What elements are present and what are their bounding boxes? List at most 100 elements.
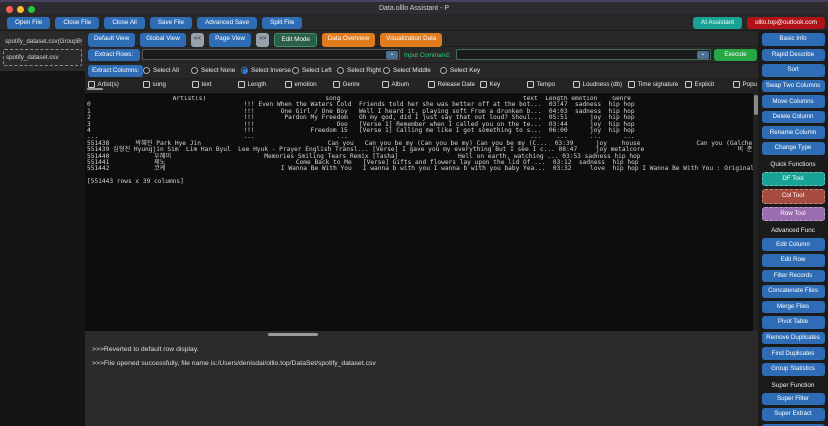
- radio-selected-icon[interactable]: [241, 67, 248, 74]
- panel-button-remove-duplicates[interactable]: Remove Duplicates: [762, 332, 825, 345]
- radio-unselected-icon[interactable]: [337, 67, 344, 74]
- extract-rows-button[interactable]: Extract Rows:: [88, 49, 140, 61]
- extract-rows-input[interactable]: ⌄: [142, 49, 400, 60]
- checkbox-unchecked-icon[interactable]: [685, 81, 692, 88]
- checkbox-unchecked-icon[interactable]: [143, 81, 150, 88]
- table-hscroll-thumb[interactable]: [268, 333, 318, 337]
- column-checkbox-length[interactable]: Length: [238, 81, 266, 88]
- toolbar-button-save-file[interactable]: Save File: [150, 17, 192, 29]
- panel-button-row-tool[interactable]: Row Tool: [762, 207, 825, 222]
- file-sidebar: spotify_dataset.csv(GroupBy)spotify_data…: [0, 31, 85, 426]
- radio-option-select-inverse[interactable]: Select Inverse: [241, 67, 291, 74]
- toolbar-button-advanced-save[interactable]: Advanced Save: [197, 17, 257, 29]
- panel-button-pivot-table[interactable]: Pivot Table: [762, 316, 825, 329]
- views-button-global-view[interactable]: Global View: [140, 33, 186, 47]
- checkbox-unchecked-icon[interactable]: [285, 81, 292, 88]
- column-checkbox-time-signature[interactable]: Time signature: [628, 81, 678, 88]
- file-item-spotify-dataset-csv[interactable]: spotify_dataset.csv: [3, 49, 82, 66]
- file-item-spotify-dataset-csv-groupby[interactable]: spotify_dataset.csv(GroupBy): [3, 35, 82, 48]
- panel-button-edit-column[interactable]: Edit Column: [762, 238, 825, 251]
- checkbox-label-artist-s: Artist(s): [98, 81, 119, 88]
- column-checkbox-artist-s[interactable]: Artist(s): [88, 81, 119, 88]
- checkbox-unchecked-icon[interactable]: [733, 81, 740, 88]
- radio-option-select-left[interactable]: Select Left: [292, 67, 332, 74]
- column-checkbox-release-date[interactable]: Release Date: [428, 81, 475, 88]
- table-vscroll-thumb[interactable]: [754, 95, 758, 115]
- radio-unselected-icon[interactable]: [292, 67, 299, 74]
- views-button-visualization-data[interactable]: Visualization Data: [380, 33, 442, 47]
- column-checkbox-song[interactable]: song: [143, 81, 166, 88]
- chevron-down-icon[interactable]: ⌄: [697, 51, 709, 59]
- panel-button-col-tool[interactable]: Col Tool: [762, 189, 825, 204]
- column-checkbox-tempo[interactable]: Tempo: [527, 81, 555, 88]
- extract-columns-button[interactable]: Extract Columns:: [88, 65, 143, 77]
- views-button-[interactable]: <<: [191, 33, 204, 47]
- checkbox-unchecked-icon[interactable]: [192, 81, 199, 88]
- panel-button-rename-column[interactable]: Rename Column: [762, 126, 825, 139]
- panel-button-delete-column[interactable]: Delete Column: [762, 111, 825, 124]
- column-checkbox-text[interactable]: text: [192, 81, 211, 88]
- views-button-data-overview[interactable]: Data Overview: [322, 33, 375, 47]
- panel-button-df-tool[interactable]: DF Tool: [762, 172, 825, 187]
- column-checkbox-genre[interactable]: Genre: [333, 81, 360, 88]
- toolbar-button-split-file[interactable]: Split File: [262, 17, 302, 29]
- radio-label-select-key: Select Key: [450, 67, 480, 74]
- radio-option-select-none[interactable]: Select None: [191, 67, 235, 74]
- panel-button-rapid-describe[interactable]: Rapid Describe: [762, 49, 825, 62]
- toolbar-button-open-file[interactable]: Open File: [7, 17, 50, 29]
- account-button[interactable]: olllo.top@outlook.com: [747, 17, 825, 29]
- panel-button-sort[interactable]: Sort: [762, 64, 825, 77]
- column-checkbox-key[interactable]: Key: [480, 81, 500, 88]
- checkbox-unchecked-icon[interactable]: [238, 81, 245, 88]
- column-checkbox-loudness-db[interactable]: Loudness (db): [573, 81, 622, 88]
- radio-unselected-icon[interactable]: [440, 67, 447, 74]
- views-button-[interactable]: >>: [256, 33, 269, 47]
- panel-button-basic-info[interactable]: Basic Info: [762, 33, 825, 46]
- ai-assistant-button[interactable]: AI Assistant: [693, 17, 742, 29]
- column-checkbox-explicit[interactable]: Explicit: [685, 81, 714, 88]
- main-content: Default View Global View << Page View >> Edit…: [85, 31, 758, 426]
- checkbox-label-loudness-db: Loudness (db): [583, 81, 623, 88]
- table-horizontal-scrollbar[interactable]: [85, 331, 758, 338]
- checkbox-unchecked-icon[interactable]: [480, 81, 487, 88]
- radio-option-select-key[interactable]: Select Key: [440, 67, 480, 74]
- column-checkbox-popu[interactable]: Popu: [733, 81, 757, 88]
- radio-option-select-middle[interactable]: Select Middle: [383, 67, 431, 74]
- panel-button-concatenate-files[interactable]: Concatenate Files: [762, 285, 825, 298]
- toolbar-button-close-all[interactable]: Close All: [104, 17, 145, 29]
- checkbox-unchecked-icon[interactable]: [333, 81, 340, 88]
- column-checkbox-album[interactable]: Album: [382, 81, 409, 88]
- checkbox-unchecked-icon[interactable]: [428, 81, 435, 88]
- input-command-field[interactable]: ⌄: [456, 49, 711, 60]
- chevron-down-icon[interactable]: ⌄: [386, 51, 398, 59]
- panel-button-super-filter[interactable]: Super Filter: [762, 393, 825, 406]
- panel-button-edit-row[interactable]: Edit Row: [762, 254, 825, 267]
- radio-unselected-icon[interactable]: [143, 67, 150, 74]
- radio-unselected-icon[interactable]: [191, 67, 198, 74]
- panel-button-group-statistics[interactable]: Group Statistics: [762, 363, 825, 376]
- panel-button-swap-two-columns[interactable]: Swap Two Columns: [762, 80, 825, 93]
- checkbox-unchecked-icon[interactable]: [382, 81, 389, 88]
- checkbox-label-genre: Genre: [343, 81, 360, 88]
- panel-button-find-duplicates[interactable]: Find Duplicates: [762, 347, 825, 360]
- panel-button-super-extract[interactable]: Super Extract: [762, 408, 825, 421]
- panel-button-change-type[interactable]: Change Type: [762, 142, 825, 155]
- checkbox-unchecked-icon[interactable]: [527, 81, 534, 88]
- panel-button-filter-records[interactable]: Filter Records: [762, 270, 825, 283]
- checkbox-unchecked-icon[interactable]: [88, 81, 95, 88]
- views-button-page-view[interactable]: Page View: [209, 33, 251, 47]
- radio-unselected-icon[interactable]: [383, 67, 390, 74]
- panel-button-move-columns[interactable]: Move Columns: [762, 95, 825, 108]
- checkbox-unchecked-icon[interactable]: [628, 81, 635, 88]
- extract-columns-toolbar: Extract Columns: Select All Select None Se…: [85, 63, 758, 79]
- execute-button[interactable]: Execute: [714, 49, 757, 61]
- data-preview-area: Artist(s) song text Length emotion Genre…: [85, 93, 758, 331]
- checkbox-unchecked-icon[interactable]: [573, 81, 580, 88]
- toolbar-button-close-file[interactable]: Close File: [55, 17, 99, 29]
- views-button-default-view[interactable]: Default View: [88, 33, 135, 47]
- column-checkbox-emotion[interactable]: emotion: [285, 81, 317, 88]
- radio-option-select-right[interactable]: Select Right: [337, 67, 381, 74]
- panel-button-merge-files[interactable]: Merge Files: [762, 301, 825, 314]
- radio-option-select-all[interactable]: Select All: [143, 67, 179, 74]
- views-button-edit-mode[interactable]: Edit Mode: [274, 33, 316, 47]
